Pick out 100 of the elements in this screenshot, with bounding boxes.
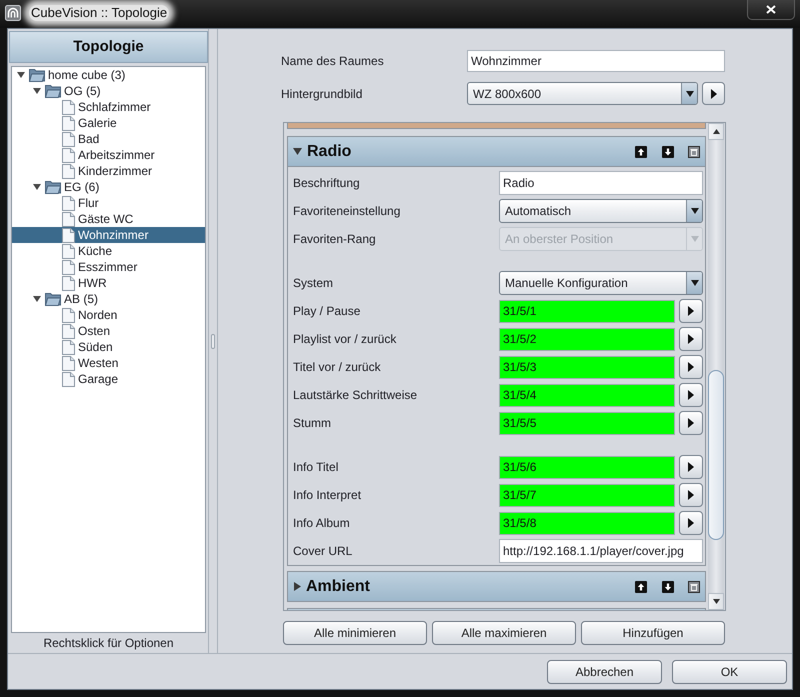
address-field[interactable]: 31/5/1 bbox=[499, 300, 675, 322]
arrow-button[interactable] bbox=[679, 383, 703, 407]
tree-item[interactable]: Norden bbox=[12, 307, 205, 323]
play-icon bbox=[688, 334, 694, 344]
document-icon bbox=[62, 228, 75, 242]
field-label: Hintergrundbild bbox=[281, 86, 364, 102]
scroll-down-button[interactable] bbox=[708, 593, 724, 610]
tree-item[interactable]: Garage bbox=[12, 371, 205, 387]
app-logo-icon bbox=[5, 5, 21, 21]
arrow-button[interactable] bbox=[679, 483, 703, 507]
field-label: Lautstärke Schrittweise bbox=[293, 387, 418, 404]
field-label: Favoriten-Rang bbox=[293, 231, 377, 248]
arrow-button[interactable] bbox=[679, 299, 703, 323]
arrow-button[interactable] bbox=[679, 327, 703, 351]
dropdown[interactable]: Automatisch bbox=[499, 199, 703, 223]
tree-item[interactable]: AB (5) bbox=[12, 291, 205, 307]
arrow-button[interactable] bbox=[679, 411, 703, 435]
document-icon bbox=[62, 148, 75, 162]
up-arrow-icon[interactable] bbox=[635, 146, 647, 158]
tree-item[interactable]: OG (5) bbox=[12, 83, 205, 99]
arrow-button[interactable] bbox=[679, 355, 703, 379]
document-icon bbox=[62, 340, 75, 354]
caret-right-icon[interactable] bbox=[294, 582, 301, 591]
field-label: Stumm bbox=[293, 415, 332, 432]
folder-icon bbox=[29, 68, 45, 82]
text-field[interactable]: Radio bbox=[499, 171, 703, 195]
trash-icon[interactable] bbox=[688, 580, 700, 592]
scrollbar-thumb[interactable] bbox=[708, 370, 724, 540]
splitter-handle[interactable] bbox=[211, 334, 215, 348]
section-title: Ambient bbox=[306, 576, 370, 596]
text-field[interactable]: Wohnzimmer bbox=[467, 50, 725, 72]
close-button[interactable] bbox=[747, 0, 795, 20]
document-icon bbox=[62, 132, 75, 146]
address-field[interactable]: 31/5/4 bbox=[499, 384, 675, 406]
address-field[interactable]: 31/5/3 bbox=[499, 356, 675, 378]
section-header[interactable]: Radio bbox=[288, 137, 705, 166]
arrow-button[interactable] bbox=[702, 82, 725, 105]
caret-down-icon[interactable] bbox=[293, 148, 302, 155]
tree-item[interactable]: Westen bbox=[12, 355, 205, 371]
address-field[interactable]: 31/5/8 bbox=[499, 512, 675, 534]
close-icon[interactable] bbox=[766, 5, 776, 14]
trash-icon[interactable] bbox=[688, 146, 700, 158]
address-field[interactable]: 31/5/6 bbox=[499, 456, 675, 478]
caret-down-icon[interactable] bbox=[17, 72, 25, 78]
tree-item[interactable]: Küche bbox=[12, 243, 205, 259]
sidebar-header: Topologie bbox=[9, 31, 208, 63]
button[interactable]: Hinzufügen bbox=[581, 621, 725, 645]
caret-down-icon bbox=[690, 236, 698, 242]
document-icon bbox=[62, 100, 75, 114]
button[interactable]: Abbrechen bbox=[547, 660, 662, 684]
tree-item[interactable]: Süden bbox=[12, 339, 205, 355]
address-field[interactable]: 31/5/5 bbox=[499, 412, 675, 434]
caret-down-icon bbox=[686, 90, 694, 96]
field-label: Info Titel bbox=[293, 459, 340, 476]
tree-item[interactable]: Esszimmer bbox=[12, 259, 205, 275]
field-label: Name des Raumes bbox=[281, 53, 385, 70]
document-icon bbox=[62, 212, 75, 226]
arrow-button[interactable] bbox=[679, 455, 703, 479]
button[interactable]: OK bbox=[672, 660, 787, 684]
text-field[interactable]: http://192.168.1.1/player/cover.jpg bbox=[499, 539, 703, 563]
tree-item[interactable]: Schlafzimmer bbox=[12, 99, 205, 115]
field-label: System bbox=[293, 275, 334, 292]
document-icon bbox=[62, 356, 75, 370]
tree-item[interactable]: Osten bbox=[12, 323, 205, 339]
arrow-button[interactable] bbox=[679, 511, 703, 535]
scroll-up-button[interactable] bbox=[708, 123, 724, 140]
caret-down-icon[interactable] bbox=[33, 88, 41, 94]
tree-item[interactable]: Bad bbox=[12, 131, 205, 147]
tree-item[interactable]: HWR bbox=[12, 275, 205, 291]
button[interactable]: Alle minimieren bbox=[283, 621, 427, 645]
tree-item[interactable]: EG (6) bbox=[12, 179, 205, 195]
tree-item[interactable]: home cube (3) bbox=[12, 67, 205, 83]
tree-item[interactable]: Flur bbox=[12, 195, 205, 211]
down-arrow-icon[interactable] bbox=[662, 580, 674, 592]
address-field[interactable]: 31/5/2 bbox=[499, 328, 675, 350]
dropdown[interactable]: Manuelle Konfiguration bbox=[499, 271, 703, 295]
folder-icon bbox=[45, 180, 61, 194]
dropdown[interactable]: WZ 800x600 bbox=[467, 82, 698, 105]
caret-down-icon[interactable] bbox=[33, 296, 41, 302]
field-label: Cover URL bbox=[293, 543, 354, 560]
field-label: Info Interpret bbox=[293, 487, 362, 504]
address-field[interactable]: 31/5/7 bbox=[499, 484, 675, 506]
button[interactable]: Alle maximieren bbox=[432, 621, 576, 645]
play-icon bbox=[688, 462, 694, 472]
section-header[interactable]: Ambient bbox=[288, 572, 705, 601]
tree-item[interactable]: Gäste WC bbox=[12, 211, 205, 227]
field-label: Titel vor / zurück bbox=[293, 359, 382, 376]
field-label: Info Album bbox=[293, 515, 351, 532]
folder-icon bbox=[45, 84, 61, 98]
down-arrow-icon[interactable] bbox=[662, 146, 674, 158]
play-icon bbox=[688, 390, 694, 400]
field-label: Beschriftung bbox=[293, 175, 361, 192]
caret-down-icon[interactable] bbox=[33, 184, 41, 190]
tree-item[interactable]: Galerie bbox=[12, 115, 205, 131]
tree-item[interactable]: Kinderzimmer bbox=[12, 163, 205, 179]
tree-item[interactable]: Wohnzimmer bbox=[12, 227, 205, 243]
up-arrow-icon[interactable] bbox=[635, 580, 647, 592]
field-label: Play / Pause bbox=[293, 303, 362, 320]
tree-item[interactable]: Arbeitszimmer bbox=[12, 147, 205, 163]
play-icon bbox=[688, 418, 694, 428]
